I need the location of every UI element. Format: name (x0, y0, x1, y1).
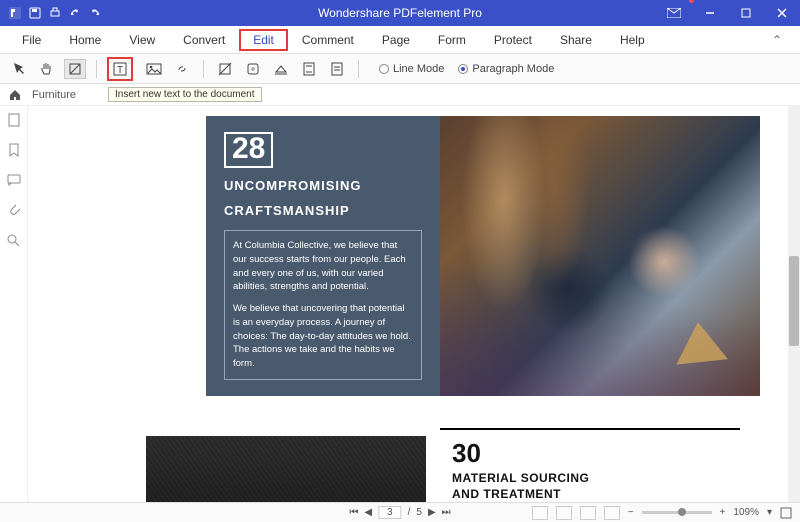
zoom-out-icon[interactable]: − (628, 507, 634, 518)
block28-p2: We believe that uncovering that potentia… (233, 302, 413, 371)
attachments-icon[interactable] (6, 202, 22, 218)
print-icon[interactable] (48, 6, 62, 20)
menu-protect[interactable]: Protect (480, 29, 546, 51)
edit-object-icon[interactable] (64, 59, 86, 79)
collapse-ribbon-icon[interactable]: ⌃ (762, 29, 792, 51)
menu-share[interactable]: Share (546, 29, 606, 51)
block28-number: 28 (224, 132, 273, 168)
statusbar: ⏮ ◀ 3 / 5 ▶ ⏭ − + 109% ▾ (0, 502, 800, 522)
sidepanel (0, 106, 28, 502)
page-sep: / (408, 507, 411, 518)
scrollbar-thumb[interactable] (789, 256, 799, 346)
menu-form[interactable]: Form (424, 29, 480, 51)
bates-number-icon[interactable] (326, 59, 348, 79)
save-icon[interactable] (28, 6, 42, 20)
main-area: 28 UNCOMPROMISING CRAFTSMANSHIP At Colum… (0, 106, 800, 502)
page-nav: ⏮ ◀ 3 / 5 ▶ ⏭ (349, 506, 450, 519)
page-prev-icon[interactable]: ◀ (364, 507, 372, 518)
menu-edit[interactable]: Edit (239, 29, 288, 51)
header-footer-icon[interactable] (298, 59, 320, 79)
titlebar: Wondershare PDFelement Pro (0, 0, 800, 26)
paragraph-mode-radio[interactable]: Paragraph Mode (458, 63, 554, 75)
zoom-in-icon[interactable]: + (720, 507, 726, 518)
document-canvas[interactable]: 28 UNCOMPROMISING CRAFTSMANSHIP At Colum… (28, 106, 800, 502)
zoom-slider[interactable] (642, 511, 712, 514)
background-icon[interactable] (270, 59, 292, 79)
doc-photo-crafts (440, 116, 760, 396)
separator (203, 60, 204, 78)
doc-photo-material (146, 436, 426, 502)
page-total: 5 (416, 507, 422, 518)
block28-p1: At Columbia Collective, we believe that … (233, 239, 413, 294)
page-current-input[interactable]: 3 (378, 506, 402, 519)
bookmarks-icon[interactable] (6, 142, 22, 158)
watermark-icon[interactable] (242, 59, 264, 79)
triangle-ruler-icon (672, 319, 728, 364)
menu-file[interactable]: File (8, 29, 55, 51)
block30-heading2: AND TREATMENT (452, 487, 740, 501)
app-logo-icon (8, 6, 22, 20)
view-single-icon[interactable] (532, 506, 548, 520)
close-button[interactable] (764, 0, 800, 26)
breadcrumb: Furniture Insert new text to the documen… (0, 84, 800, 106)
block28-heading2: CRAFTSMANSHIP (224, 203, 422, 218)
add-text-icon[interactable]: T (107, 57, 133, 81)
link-icon[interactable] (171, 59, 193, 79)
redo-icon[interactable] (88, 6, 102, 20)
view-facing-icon[interactable] (580, 506, 596, 520)
minimize-button[interactable] (692, 0, 728, 26)
menu-page[interactable]: Page (368, 29, 424, 51)
doc-block-28: 28 UNCOMPROMISING CRAFTSMANSHIP At Colum… (206, 116, 440, 396)
block30-number: 30 (452, 438, 740, 469)
vertical-scrollbar[interactable] (788, 106, 800, 502)
hand-tool-icon[interactable] (36, 59, 58, 79)
separator (358, 60, 359, 78)
add-image-icon[interactable] (143, 59, 165, 79)
maximize-button[interactable] (728, 0, 764, 26)
page-last-icon[interactable]: ⏭ (442, 507, 451, 518)
page-first-icon[interactable]: ⏮ (349, 507, 358, 518)
undo-icon[interactable] (68, 6, 82, 20)
app-title: Wondershare PDFelement Pro (318, 6, 482, 20)
select-tool-icon[interactable] (8, 59, 30, 79)
edit-ribbon: T Line Mode Paragraph Mode (0, 54, 800, 84)
view-grid-icon[interactable] (604, 506, 620, 520)
tooltip: Insert new text to the document (108, 87, 262, 102)
doc-block-30: 30 MATERIAL SOURCING AND TREATMENT (440, 428, 740, 501)
block30-heading1: MATERIAL SOURCING (452, 471, 740, 485)
menu-convert[interactable]: Convert (169, 29, 239, 51)
mail-icon[interactable] (656, 0, 692, 26)
menu-view[interactable]: View (115, 29, 169, 51)
line-mode-radio[interactable]: Line Mode (379, 63, 444, 75)
breadcrumb-doc[interactable]: Furniture (32, 89, 76, 101)
block28-body[interactable]: At Columbia Collective, we believe that … (224, 230, 422, 380)
svg-text:T: T (117, 65, 123, 76)
search-panel-icon[interactable] (6, 232, 22, 248)
fullscreen-icon[interactable] (780, 507, 792, 519)
menubar: File Home View Convert Edit Comment Page… (0, 26, 800, 54)
separator (96, 60, 97, 78)
crop-icon[interactable] (214, 59, 236, 79)
home-icon[interactable] (8, 88, 22, 102)
menu-comment[interactable]: Comment (288, 29, 368, 51)
menu-home[interactable]: Home (55, 29, 115, 51)
comments-icon[interactable] (6, 172, 22, 188)
block28-heading1: UNCOMPROMISING (224, 178, 422, 193)
menu-help[interactable]: Help (606, 29, 659, 51)
zoom-value[interactable]: 109% (733, 507, 759, 518)
thumbnails-icon[interactable] (6, 112, 22, 128)
zoom-dropdown-icon[interactable]: ▾ (767, 507, 772, 518)
view-continuous-icon[interactable] (556, 506, 572, 520)
page-next-icon[interactable]: ▶ (428, 507, 436, 518)
